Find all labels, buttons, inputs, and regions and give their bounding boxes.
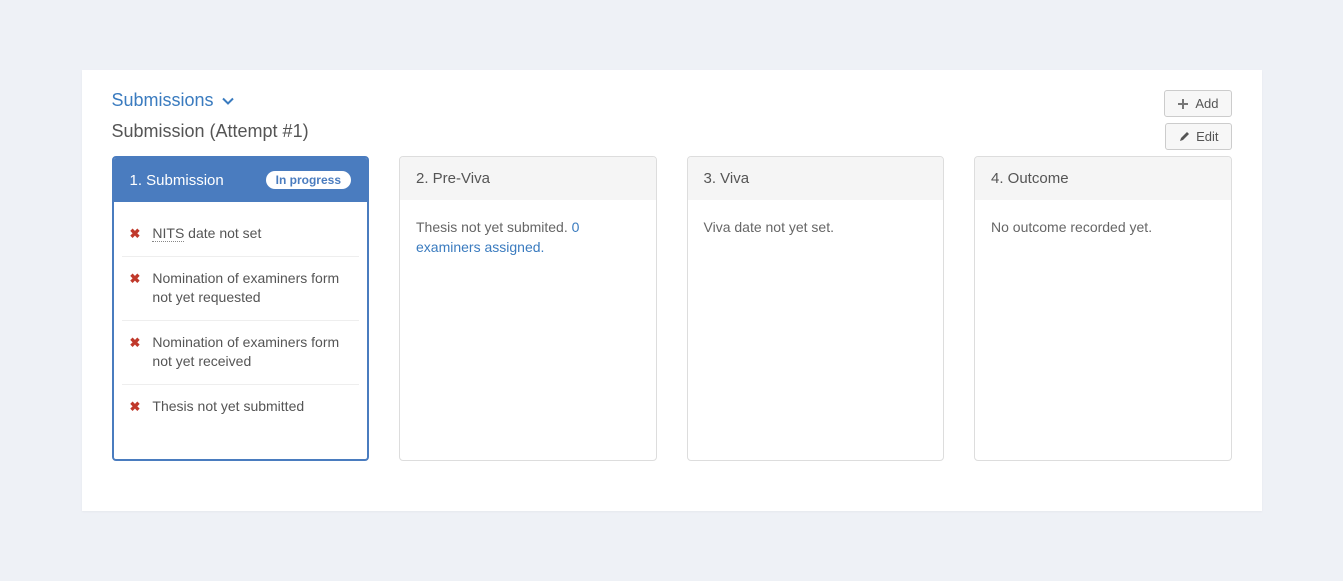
status-badge: In progress [266,171,351,189]
nits-abbr: NITS [152,225,184,242]
pencil-icon [1178,131,1190,143]
x-icon: ✖ [130,270,141,288]
section-title-text: Submissions [112,90,214,111]
card-previva-body: Thesis not yet submited. 0 examiners ass… [400,200,656,279]
card-outcome[interactable]: 4. Outcome No outcome recorded yet. [974,156,1232,461]
previva-text: Thesis not yet submited. [416,219,572,235]
card-submission-body: ✖ NITS date not set ✖ Nomination of exam… [114,202,368,459]
list-item: ✖ Nomination of examiners form not yet r… [122,321,360,385]
section-title[interactable]: Submissions [112,90,1165,111]
chevron-down-icon [222,95,234,107]
item-text: Nomination of examiners form not yet req… [152,269,351,308]
x-icon: ✖ [130,225,141,243]
card-previva-title: 2. Pre-Viva [416,170,490,187]
submissions-panel: Submissions Submission (Attempt #1) Add … [82,70,1262,511]
card-submission-header: 1. Submission In progress [114,158,368,202]
card-outcome-title: 4. Outcome [991,170,1069,187]
card-submission-title: 1. Submission [130,172,224,189]
card-viva-body: Viva date not yet set. [688,200,944,260]
card-viva-title: 3. Viva [704,170,750,187]
edit-button-label: Edit [1196,129,1218,144]
edit-button[interactable]: Edit [1165,123,1231,150]
item-text: NITS date not set [152,224,261,244]
add-button[interactable]: Add [1164,90,1231,117]
list-item: ✖ Nomination of examiners form not yet r… [122,257,360,321]
add-button-label: Add [1195,96,1218,111]
card-previva[interactable]: 2. Pre-Viva Thesis not yet submited. 0 e… [399,156,657,461]
x-icon: ✖ [130,334,141,352]
card-viva[interactable]: 3. Viva Viva date not yet set. [687,156,945,461]
plus-icon [1177,98,1189,110]
submission-checklist: ✖ NITS date not set ✖ Nomination of exam… [122,212,360,429]
title-group: Submissions Submission (Attempt #1) [112,90,1165,156]
item-text: Thesis not yet submitted [152,397,304,417]
action-buttons: Add Edit [1164,90,1231,150]
list-item: ✖ Thesis not yet submitted [122,385,360,429]
card-previva-header: 2. Pre-Viva [400,157,656,200]
panel-header: Submissions Submission (Attempt #1) Add … [112,90,1232,156]
card-submission[interactable]: 1. Submission In progress ✖ NITS date no… [112,156,370,461]
x-icon: ✖ [130,398,141,416]
card-outcome-body: No outcome recorded yet. [975,200,1231,260]
item-text: Nomination of examiners form not yet rec… [152,333,351,372]
card-outcome-header: 4. Outcome [975,157,1231,200]
card-viva-header: 3. Viva [688,157,944,200]
list-item: ✖ NITS date not set [122,212,360,257]
stage-cards: 1. Submission In progress ✖ NITS date no… [112,156,1232,461]
submission-subtitle: Submission (Attempt #1) [112,121,1165,142]
